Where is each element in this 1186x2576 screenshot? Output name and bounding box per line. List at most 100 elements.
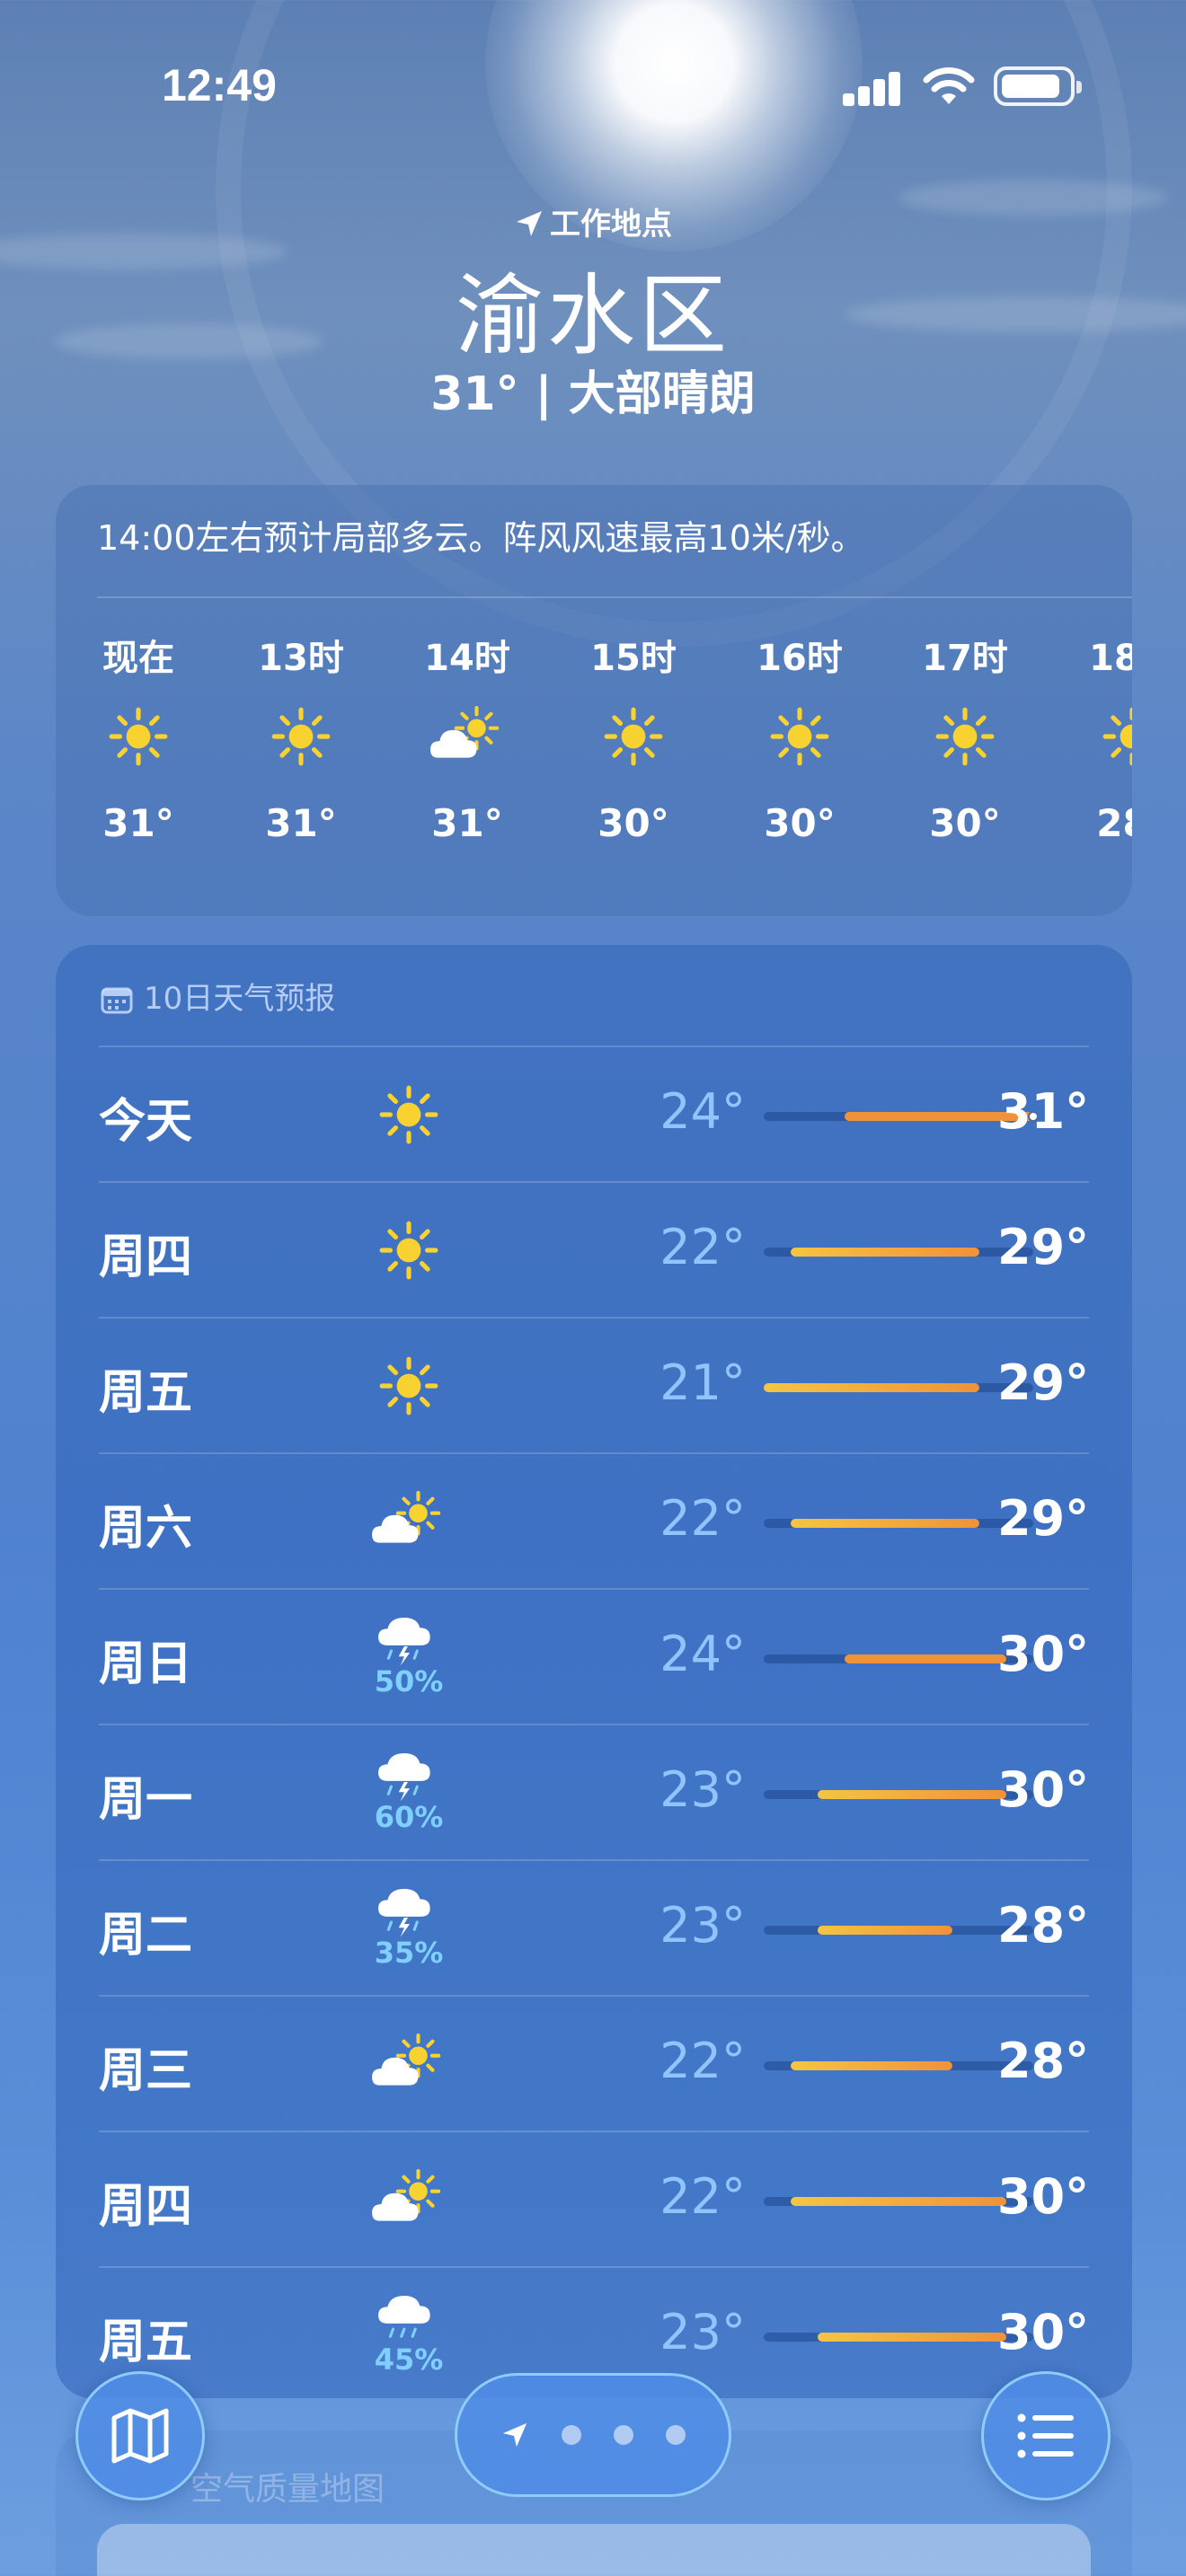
high-temp: 29° <box>997 1219 1090 1275</box>
air-quality-map-preview[interactable] <box>97 2524 1091 2576</box>
forecast-row[interactable]: 周五 21° 29° <box>99 1317 1089 1452</box>
day-label: 周一 <box>99 1773 193 1827</box>
temp-range-bar <box>764 1654 1033 1663</box>
sun-icon <box>359 1065 458 1164</box>
temp-range-fill <box>845 1654 1006 1663</box>
high-temp: 28° <box>997 1897 1090 1954</box>
high-temp: 30° <box>997 2304 1090 2360</box>
high-temp: 30° <box>997 2168 1090 2225</box>
temp-range-fill <box>818 2333 1006 2342</box>
high-temp: 30° <box>997 1761 1090 1818</box>
sun-icon <box>84 683 192 790</box>
temp-range-fill <box>791 2061 952 2070</box>
temp-range-bar <box>764 1790 1033 1799</box>
hourly-item: 15时 30° <box>580 629 687 845</box>
temp-range-bar <box>764 2333 1033 2342</box>
temp-range-bar <box>764 1926 1033 1935</box>
hour-label: 18时 <box>1089 638 1132 679</box>
forecast-row[interactable]: 周一 60% 23° 30° <box>99 1724 1089 1859</box>
hourly-item: 13时 31° <box>247 629 355 845</box>
low-temp: 23° <box>659 1761 746 1818</box>
low-temp: 24° <box>659 1083 746 1140</box>
temp-range-bar <box>764 2061 1033 2070</box>
page-indicator[interactable] <box>455 2373 731 2497</box>
page-dot[interactable] <box>562 2425 581 2445</box>
temp-range-fill <box>791 1519 979 1528</box>
forecast-row[interactable]: 周日 50% 24° 30° <box>99 1588 1089 1724</box>
current-summary: 31° | 大部晴朗 <box>430 367 756 421</box>
status-bar: 12:49 <box>0 54 1186 117</box>
thunderstorm-icon: 35% <box>359 1879 458 1978</box>
day-label: 周六 <box>99 1502 193 1556</box>
wifi-icon <box>923 67 975 104</box>
map-icon <box>111 2408 169 2464</box>
day-label: 今天 <box>99 1095 193 1149</box>
precip-chance: 45% <box>374 2342 444 2377</box>
calendar-icon <box>101 987 133 1014</box>
divider <box>97 596 1132 598</box>
forecast-row[interactable]: 周二 35% 23° 28° <box>99 1859 1089 1995</box>
precip-chance: 50% <box>374 1663 444 1698</box>
temp-range-fill <box>818 1790 1006 1799</box>
rain-icon: 45% <box>359 2286 458 2385</box>
day-label: 周四 <box>99 2180 193 2234</box>
city-name: 渝水区 <box>455 265 730 367</box>
temp-range-fill <box>791 2197 1006 2206</box>
hour-label: 15时 <box>590 638 677 679</box>
forecast-row[interactable]: 今天 24° 31° <box>99 1045 1089 1181</box>
forecast-row[interactable]: 周三 22° 28° <box>99 1995 1089 2130</box>
current-location-page-icon[interactable] <box>500 2421 529 2449</box>
low-temp: 23° <box>659 1897 746 1954</box>
high-temp: 31° <box>997 1083 1090 1140</box>
low-temp: 22° <box>659 2033 746 2089</box>
hour-label: 现在 <box>102 638 174 679</box>
sun-icon <box>359 1337 458 1435</box>
high-temp: 29° <box>997 1354 1090 1411</box>
day-label: 周三 <box>99 2044 193 2098</box>
low-temp: 23° <box>659 2304 746 2360</box>
hourly-item: 18时 28° <box>1078 629 1132 845</box>
forecast-row[interactable]: 周四 22° 29° <box>99 1181 1089 1317</box>
hour-temp: 31° <box>265 801 337 845</box>
map-button[interactable] <box>75 2371 205 2501</box>
low-temp: 22° <box>659 1490 746 1547</box>
city-list-button[interactable] <box>981 2371 1111 2501</box>
thunderstorm-icon: 60% <box>359 1743 458 1842</box>
hour-label: 16时 <box>757 638 843 679</box>
ten-day-header: 10日天气预报 <box>101 974 335 1018</box>
temp-range-bar <box>764 1111 1039 1122</box>
hour-label: 17时 <box>922 638 1008 679</box>
temp-range-bar <box>764 1519 1033 1528</box>
high-temp: 30° <box>997 1626 1090 1682</box>
day-label: 周二 <box>99 1909 193 1963</box>
hour-temp: 31° <box>431 801 503 845</box>
partly-cloudy-icon <box>413 683 521 790</box>
sun-icon <box>247 683 355 790</box>
precip-chance: 35% <box>374 1935 444 1970</box>
partly-cloudy-icon <box>359 1472 458 1571</box>
temp-range-bar <box>764 1248 1033 1257</box>
high-temp: 29° <box>997 1490 1090 1547</box>
ten-day-forecast-card[interactable]: 10日天气预报 今天 24° 31° 周四 22° 29° 周五 21° 29°… <box>56 945 1132 2398</box>
hour-temp: 30° <box>929 801 1001 845</box>
page-dot[interactable] <box>666 2425 686 2445</box>
partly-cloudy-icon <box>359 2015 458 2113</box>
sun-icon <box>1078 683 1132 790</box>
temp-range-bar <box>764 1383 1033 1392</box>
forecast-row[interactable]: 周四 22° 30° <box>99 2130 1089 2266</box>
location-label: 工作地点 <box>0 199 1186 243</box>
hourly-item: 14时 31° <box>413 629 521 845</box>
location-label-text: 工作地点 <box>550 207 672 243</box>
high-temp: 28° <box>997 2033 1090 2089</box>
day-label: 周日 <box>99 1637 193 1691</box>
cellular-signal-icon <box>843 70 902 106</box>
low-temp: 21° <box>659 1354 746 1411</box>
location-arrow-icon <box>517 211 542 236</box>
list-icon <box>1017 2413 1074 2458</box>
sun-icon <box>746 683 854 790</box>
day-label: 周四 <box>99 1231 193 1284</box>
page-dot[interactable] <box>614 2425 633 2445</box>
forecast-row[interactable]: 周六 22° 29° <box>99 1452 1089 1588</box>
battery-icon <box>994 66 1082 106</box>
hourly-forecast-card[interactable]: 14:00左右预计局部多云。阵风风速最高10米/秒。 现在 31° 13时 31°… <box>56 485 1132 916</box>
